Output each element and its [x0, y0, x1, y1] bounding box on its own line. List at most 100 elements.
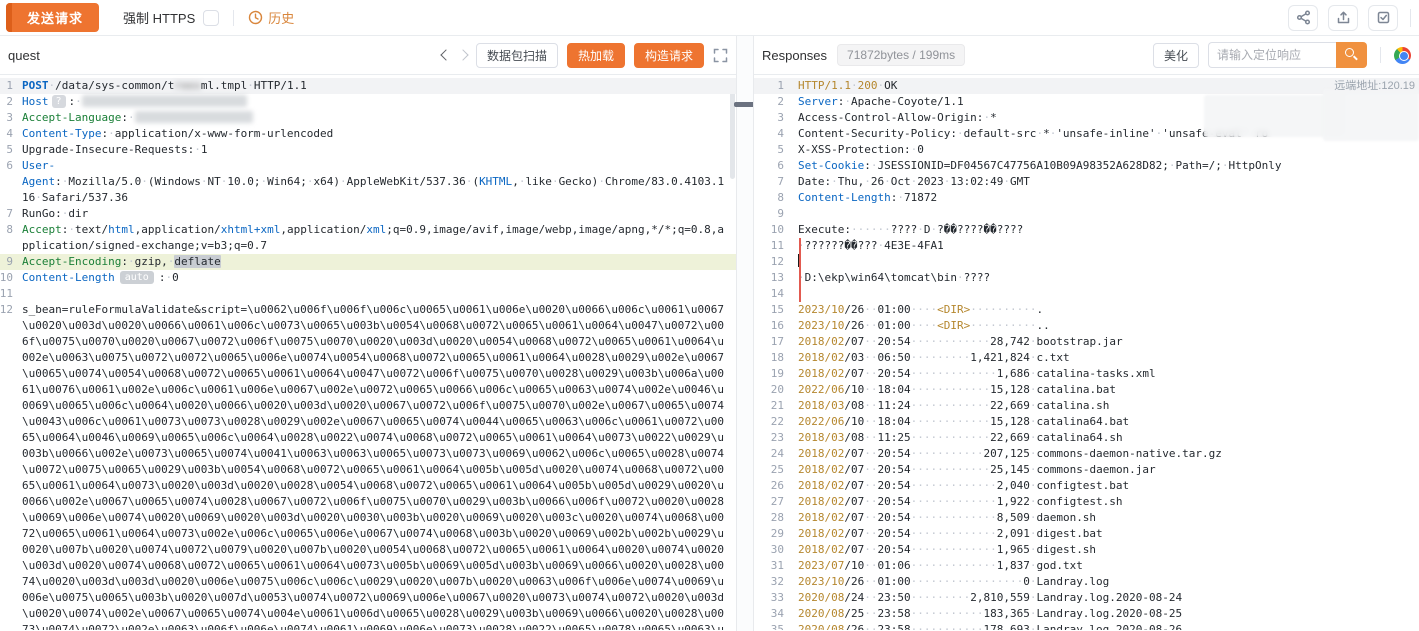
code-line: 262018/02/07··20:54·············2,040·co… [754, 478, 1419, 494]
line-content: ·D:\ekp\win64\tomcat\bin·???? [798, 270, 1419, 286]
code-line: 1POST·/data/sys-common/treexml.tmpl·HTTP… [0, 78, 736, 94]
line-number: 24 [754, 446, 784, 462]
request-editor[interactable]: 1POST·/data/sys-common/treexml.tmpl·HTTP… [0, 75, 736, 630]
force-https-checkbox[interactable] [203, 10, 219, 26]
line-number: 7 [754, 174, 784, 190]
line-number: 6 [754, 158, 784, 174]
response-panel: Responses 71872bytes / 199ms 美化 远端地址:120… [753, 36, 1419, 631]
line-number: 4 [754, 126, 784, 142]
response-editor[interactable]: 远端地址:120.19 1HTTP/1.1·200·OK2Server:·Apa… [754, 75, 1419, 630]
line-number: 33 [754, 590, 784, 606]
line-number: 19 [754, 366, 784, 382]
line-content: 2018/03/08··11:24············22,669·cata… [798, 398, 1419, 414]
code-line: 322023/10/26··01:00·················0·La… [754, 574, 1419, 590]
code-line: 11·??????��???·4E3E-4FA1 [754, 238, 1419, 254]
line-number: 3 [754, 110, 784, 126]
line-number: 22 [754, 414, 784, 430]
line-number: 16 [754, 318, 784, 334]
line-content: X-XSS-Protection:·0 [798, 142, 1419, 158]
line-number: 9 [754, 206, 784, 222]
panel-divider [737, 36, 753, 631]
code-line: 3 Accept-Language:· [0, 110, 736, 126]
request-panel: quest 数据包扫描 热加载 构造请求 1POST·/data/sys-com… [0, 36, 737, 631]
line-number: 3 [0, 110, 13, 126]
code-line: 9 [754, 206, 1419, 222]
beautify-button[interactable]: 美化 [1153, 43, 1199, 68]
redacted-value [82, 95, 247, 107]
code-line: 6User-Agent:·Mozilla/5.0·(Windows·NT·10.… [0, 158, 736, 206]
packet-scan-button[interactable]: 数据包扫描 [476, 43, 558, 68]
line-number: 11 [754, 238, 784, 254]
line-number: 12 [0, 302, 13, 630]
line-number: 6 [0, 158, 13, 206]
code-line: 212018/03/08··11:24············22,669·ca… [754, 398, 1419, 414]
line-content: User-Agent:·Mozilla/5.0·(Windows·NT·10.0… [22, 158, 736, 206]
code-line: 10 Execute:······????·D·?��????��???? [754, 222, 1419, 238]
line-number: 9 [0, 254, 13, 270]
line-number: 17 [754, 334, 784, 350]
line-number: 8 [0, 222, 13, 254]
code-line: 182018/02/03··06:50·········1,421,824·c.… [754, 350, 1419, 366]
line-content: Content-Lengthauto:·0 [22, 270, 736, 286]
send-request-button[interactable]: 发送请求 [6, 3, 99, 32]
line-number: 2 [0, 94, 13, 110]
line-number: 1 [754, 78, 784, 94]
code-line: 232018/03/08··11:25············22,669·ca… [754, 430, 1419, 446]
line-number: 23 [754, 430, 784, 446]
line-number: 5 [754, 142, 784, 158]
line-content: 2018/02/07··20:54···········207,125·comm… [798, 446, 1419, 462]
next-request-icon[interactable] [457, 49, 468, 60]
line-content [798, 286, 1419, 302]
line-content [798, 206, 1419, 222]
line-content: Execute:······????·D·?��????��???? [798, 222, 1419, 238]
search-input[interactable] [1208, 42, 1336, 68]
line-number: 27 [754, 494, 784, 510]
prev-request-icon[interactable] [440, 49, 451, 60]
build-request-button[interactable]: 构造请求 [634, 43, 704, 68]
code-line: 5Upgrade-Insecure-Requests:·1 [0, 142, 736, 158]
line-number: 1 [0, 78, 13, 94]
line-content: 2018/02/03··06:50·········1,421,824·c.tx… [798, 350, 1419, 366]
export-icon [1336, 10, 1351, 25]
line-number: 11 [0, 286, 13, 302]
code-line: 12s_bean=ruleFormulaValidate&script=\u00… [0, 302, 736, 630]
code-line: 7RunGo:·dir [0, 206, 736, 222]
line-number: 10 [754, 222, 784, 238]
line-number: 15 [754, 302, 784, 318]
open-in-browser-icon[interactable] [1394, 47, 1411, 64]
line-number: 26 [754, 478, 784, 494]
code-line: 302018/02/07··20:54·············1,965·di… [754, 542, 1419, 558]
share-button[interactable] [1288, 5, 1318, 31]
search-button[interactable] [1336, 42, 1367, 68]
line-content: Accept-Language:· [22, 110, 736, 126]
clock-icon [248, 10, 263, 25]
line-content [22, 286, 736, 302]
task-check-button[interactable] [1368, 5, 1398, 31]
hot-reload-button[interactable]: 热加载 [567, 43, 625, 68]
line-content: 2018/02/07··20:54·············1,922·conf… [798, 494, 1419, 510]
responses-title: Responses [762, 48, 827, 63]
line-number: 30 [754, 542, 784, 558]
line-number: 25 [754, 462, 784, 478]
line-content: RunGo:·dir [22, 206, 736, 222]
history-button[interactable]: 历史 [248, 8, 294, 27]
code-line: 24 2018/02/07··20:54···········207,125·co… [754, 446, 1419, 462]
code-line: 192018/02/07··20:54·············1,686·ca… [754, 366, 1419, 382]
line-content: 2018/02/07··20:54·············2,091·dige… [798, 526, 1419, 542]
task-check-icon [1376, 10, 1391, 25]
code-line: 2Host?:· [0, 94, 736, 110]
line-content: Accept-Encoding:·gzip,·deflate [22, 254, 736, 270]
request-tab[interactable]: quest [8, 48, 40, 63]
force-https-label: 强制 HTTPS [123, 8, 219, 27]
code-line: 13·D:\ekp\win64\tomcat\bin·???? [754, 270, 1419, 286]
code-line: 222022/06/10··18:04············15,128·ca… [754, 414, 1419, 430]
response-meta-badge: 71872bytes / 199ms [837, 44, 965, 66]
line-content: 2020/08/25··23:58···········183,365·Land… [798, 606, 1419, 622]
share-icon [1296, 10, 1311, 25]
export-button[interactable] [1328, 5, 1358, 31]
line-content: 2023/10/26··01:00·················0·Land… [798, 574, 1419, 590]
fullscreen-icon[interactable] [713, 48, 728, 63]
line-content: 2018/02/07··20:54············25,145·comm… [798, 462, 1419, 478]
line-number: 12 [754, 254, 784, 270]
line-content [798, 254, 1419, 270]
